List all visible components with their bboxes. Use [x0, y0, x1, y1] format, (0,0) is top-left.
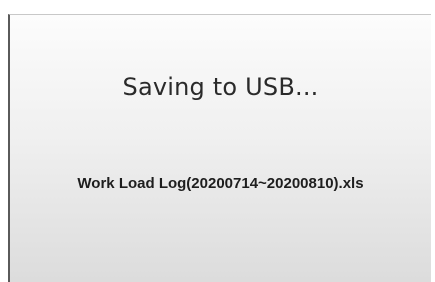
file-name-label: Work Load Log(20200714~20200810).xls [77, 175, 364, 192]
saving-dialog: Saving to USB... Work Load Log(20200714~… [8, 14, 431, 282]
dialog-title: Saving to USB... [122, 73, 319, 101]
